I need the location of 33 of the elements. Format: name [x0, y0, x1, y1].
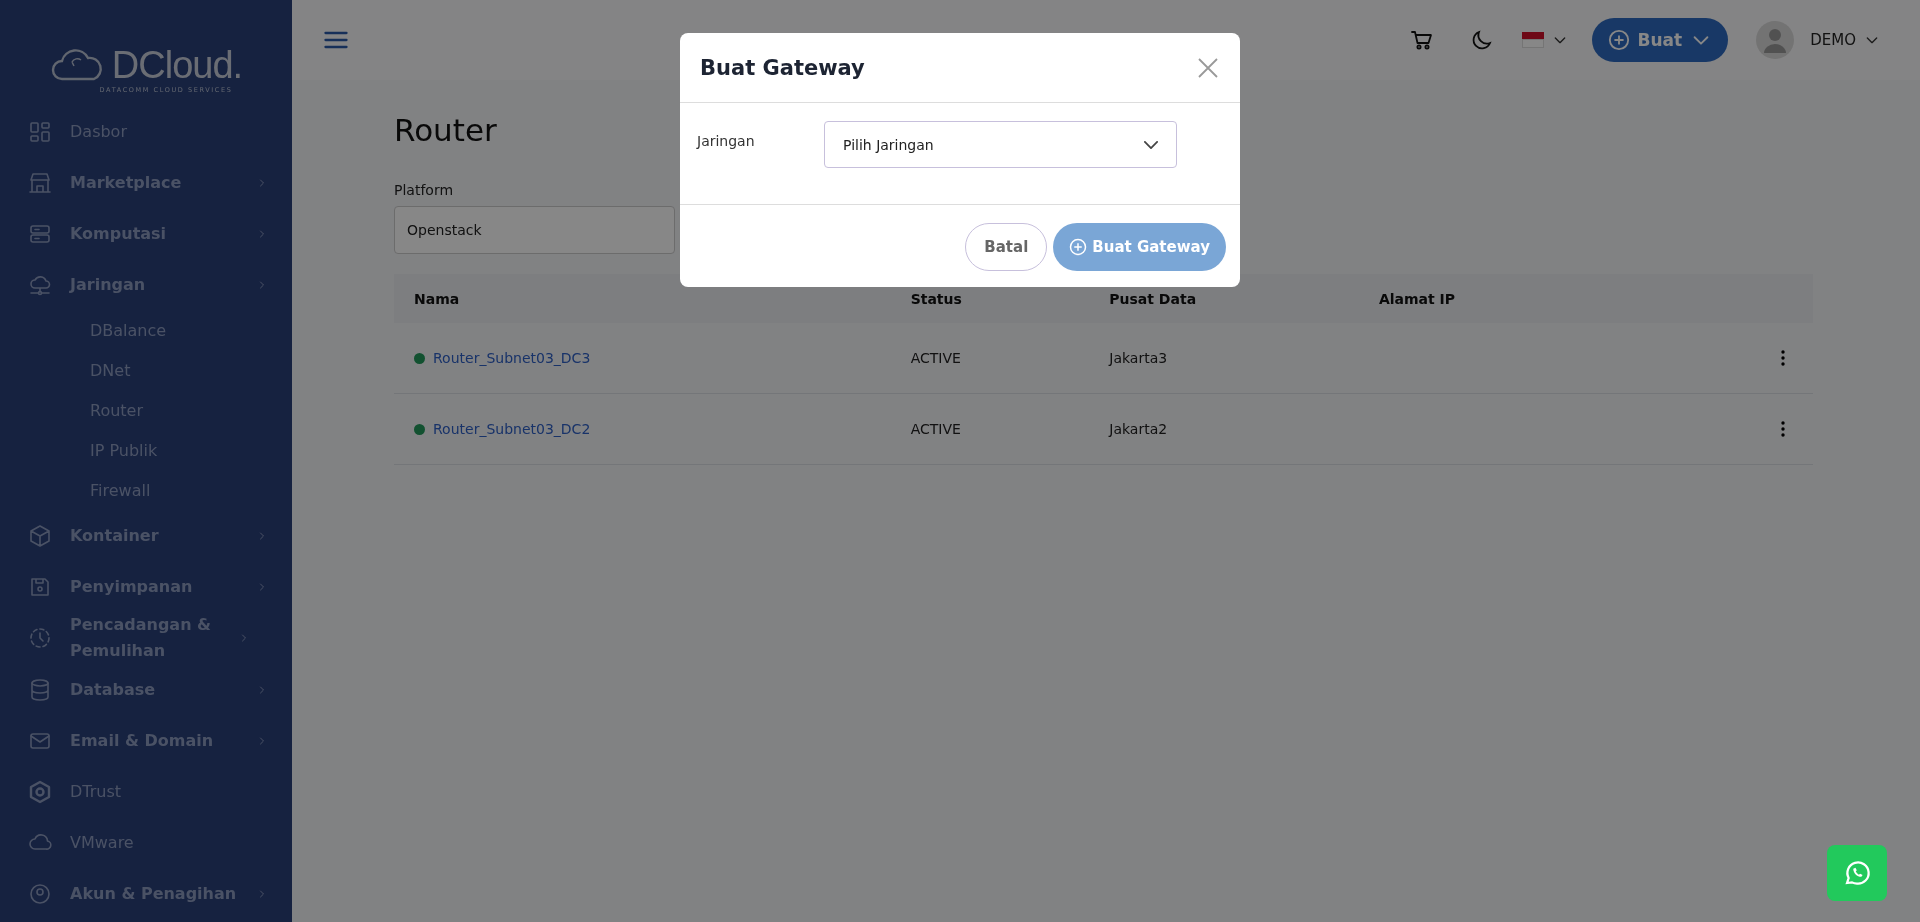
status-dot — [414, 352, 425, 364]
chevron-down-icon — [1144, 140, 1158, 149]
clock-icon — [28, 626, 52, 650]
router-link[interactable]: Router_Subnet03_DC3 — [433, 350, 591, 366]
table-cell: ACTIVE — [890, 323, 1090, 394]
status-dot — [414, 423, 425, 435]
dialog-title: Buat Gateway — [700, 55, 865, 80]
column-header: Alamat IP — [1358, 274, 1659, 323]
user-circle-icon — [28, 881, 52, 906]
platform-select[interactable]: Openstack — [394, 206, 675, 254]
field-label: Platform — [394, 182, 454, 198]
create-button[interactable]: Buat — [1591, 18, 1729, 62]
router-link[interactable]: Router_Subnet03_DC2 — [433, 421, 591, 437]
plus-circle-icon — [1607, 29, 1630, 51]
grid-icon — [28, 119, 52, 144]
cancel-button[interactable]: Batal — [965, 223, 1048, 271]
whatsapp-button[interactable] — [1827, 845, 1887, 901]
cart-icon[interactable] — [1409, 28, 1434, 52]
plus-circle-icon — [1069, 238, 1088, 256]
logo-wordmark: DCloud. — [111, 46, 243, 84]
flag-icon[interactable] — [1521, 32, 1544, 48]
field-label: Jaringan — [697, 132, 756, 151]
hexagon-icon — [28, 779, 52, 804]
table-cell: Jakarta2 — [1089, 393, 1359, 465]
database-icon — [28, 677, 52, 702]
store-icon — [28, 170, 52, 195]
network-select[interactable]: Pilih Jaringan — [824, 121, 1177, 168]
table-cell: Jakarta3 — [1089, 323, 1359, 394]
close-icon[interactable] — [1196, 55, 1220, 80]
user-name[interactable]: DEMO — [1810, 31, 1856, 49]
box-icon — [28, 523, 52, 548]
table-cell: ACTIVE — [890, 393, 1090, 465]
page-title: Router — [394, 112, 497, 148]
